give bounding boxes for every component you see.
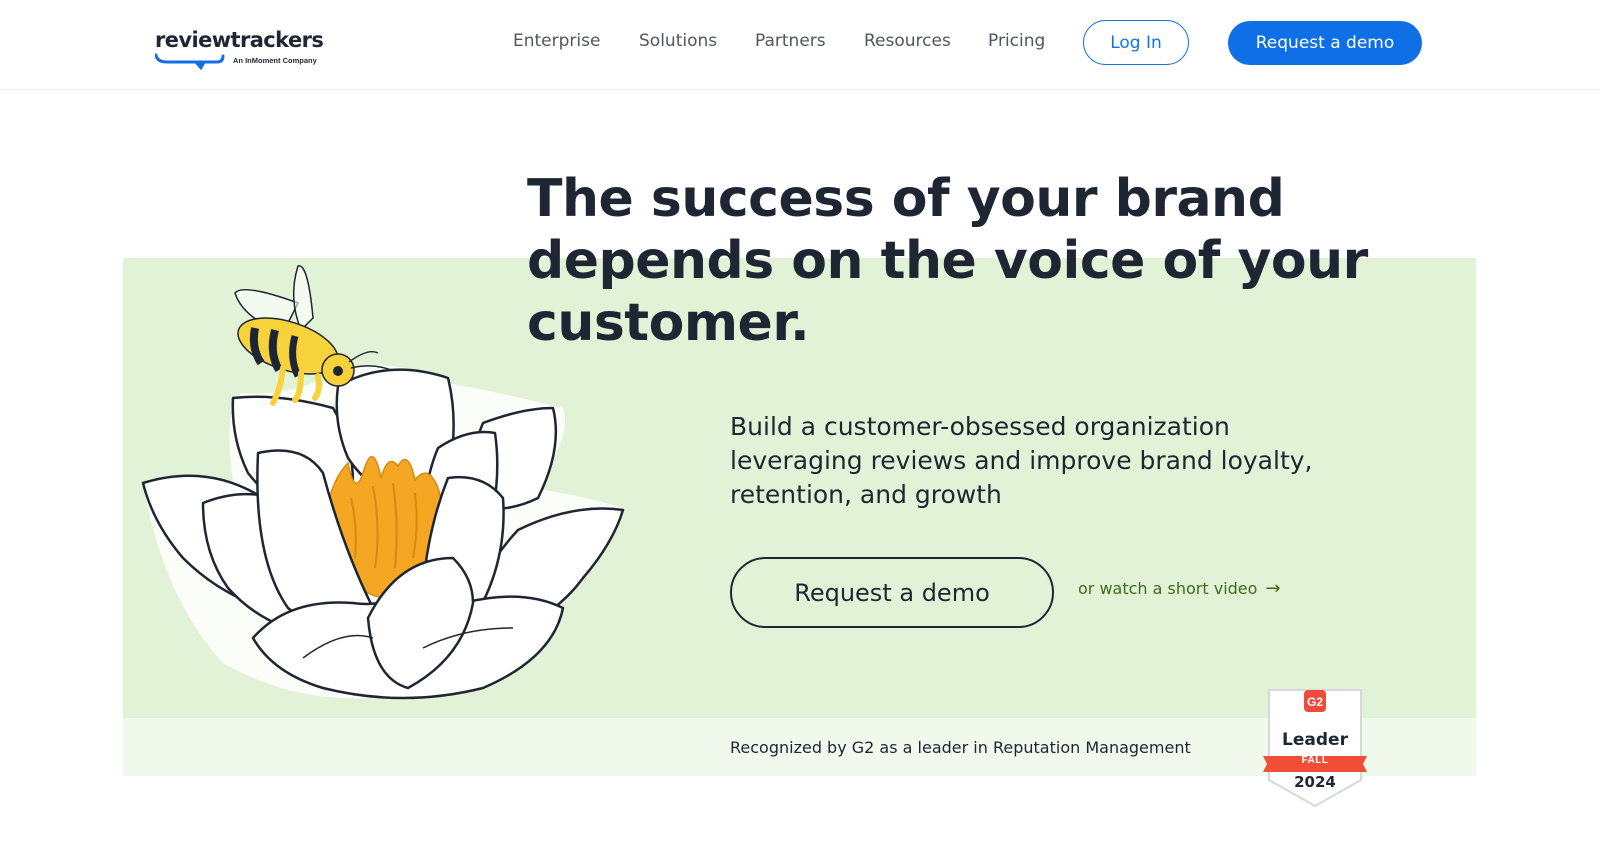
badge-season: FALL xyxy=(1301,755,1329,766)
svg-text:G2: G2 xyxy=(1307,695,1323,709)
nav-item-resources[interactable]: Resources xyxy=(864,31,951,51)
arrow-right-icon: → xyxy=(1265,578,1281,599)
nav-item-partners[interactable]: Partners xyxy=(755,31,826,51)
logo-swoosh-icon xyxy=(155,53,225,70)
watch-video-link[interactable]: or watch a short video → xyxy=(1078,578,1281,599)
site-header: reviewtrackers An InMoment Company Enter… xyxy=(0,0,1600,90)
nav-item-solutions[interactable]: Solutions xyxy=(639,31,717,51)
g2-logo-icon: G2 xyxy=(1304,690,1326,712)
logo-wordmark: reviewtrackers xyxy=(155,28,324,52)
request-demo-button[interactable]: Request a demo xyxy=(1228,21,1422,65)
badge-title: Leader xyxy=(1282,730,1348,750)
g2-leader-badge: G2 Leader FALL 2024 xyxy=(1263,688,1367,808)
hero-request-demo-button[interactable]: Request a demo xyxy=(730,557,1054,628)
g2-recognition-text: Recognized by G2 as a leader in Reputati… xyxy=(730,738,1191,757)
nav-item-pricing[interactable]: Pricing xyxy=(988,31,1045,51)
nav-item-enterprise[interactable]: Enterprise xyxy=(513,31,600,51)
reviewtrackers-logo[interactable]: reviewtrackers An InMoment Company xyxy=(155,28,324,76)
hero-subtext: Build a customer-obsessed organization l… xyxy=(730,412,1313,509)
hero-headline: The success of your brand depends on the… xyxy=(527,169,1368,353)
badge-year: 2024 xyxy=(1294,773,1336,791)
watch-video-label: or watch a short video xyxy=(1078,579,1258,598)
logo-tagline: An InMoment Company xyxy=(233,56,317,65)
login-button[interactable]: Log In xyxy=(1083,20,1189,65)
